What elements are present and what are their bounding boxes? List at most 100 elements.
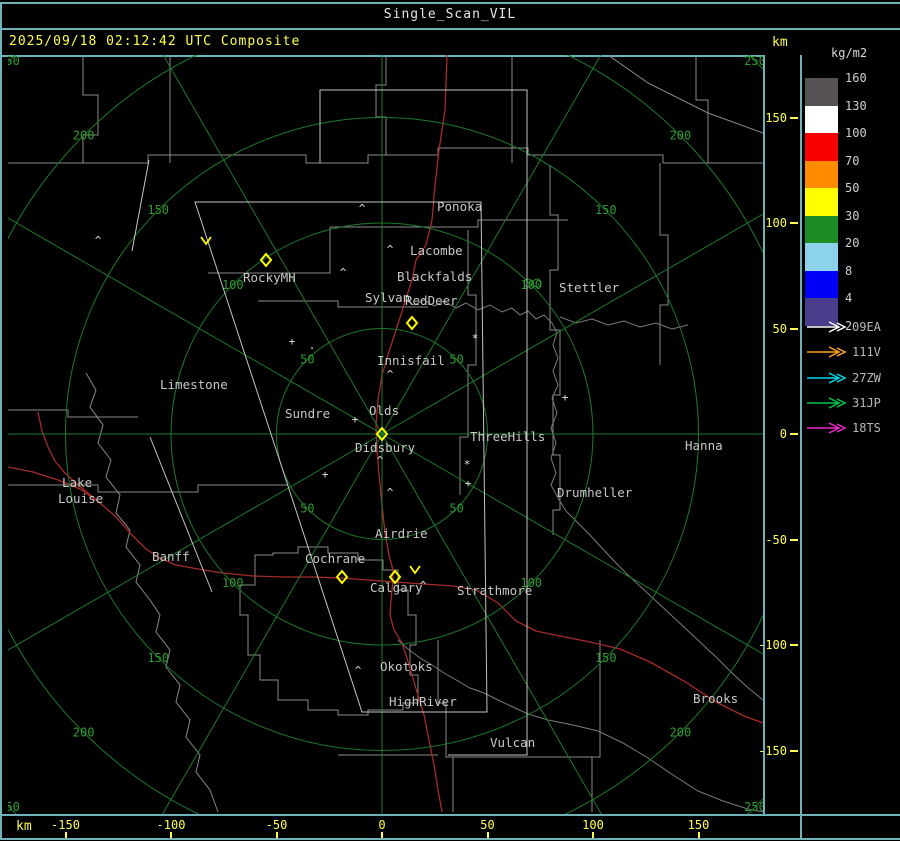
place-label-airdrie: Airdrie bbox=[375, 526, 428, 541]
scan-coverage-outline bbox=[149, 436, 213, 593]
place-label-hanna: Hanna bbox=[685, 438, 723, 453]
range-ring-label: 250 bbox=[744, 800, 763, 814]
colour-scale-swatch bbox=[805, 105, 838, 133]
azimuth-radial bbox=[162, 433, 383, 814]
colour-scale-value: 130 bbox=[845, 98, 867, 113]
point-marker: ^ bbox=[387, 486, 394, 499]
radar-map-canvas[interactable]: 50 50 50 50 100 100 100 100 150 150 150 150 200 200 20… bbox=[8, 55, 763, 814]
radar-id-label: 111V bbox=[852, 345, 881, 360]
point-marker: + bbox=[562, 391, 569, 404]
place-label-cochrane: Cochrane bbox=[305, 551, 365, 566]
colour-scale-swatch bbox=[805, 270, 838, 298]
colour-scale-value: 100 bbox=[845, 126, 867, 140]
colour-scale-value: 70 bbox=[845, 153, 860, 168]
right-axis-unit-label: km bbox=[772, 35, 788, 50]
bottom-axis-tick bbox=[592, 832, 594, 838]
county-boundary-line bbox=[85, 372, 219, 813]
colour-scale-swatch bbox=[805, 215, 838, 243]
county-boundary-line bbox=[659, 163, 669, 365]
range-ring-label: 50 bbox=[449, 502, 463, 516]
right-axis-tick bbox=[790, 433, 798, 435]
colour-scale-value: 160 bbox=[845, 71, 867, 85]
radar-map-svg: 50 5050 50100 100100 100150 150150 150200 20020… bbox=[8, 55, 763, 814]
point-marker: · bbox=[309, 342, 316, 355]
place-label-okotoks: Okotoks bbox=[380, 659, 433, 674]
place-label-vulcan: Vulcan bbox=[490, 735, 535, 750]
point-marker: ^ bbox=[387, 243, 394, 256]
site-arrow-marker bbox=[409, 565, 421, 575]
right-axis-tick-label: 100 bbox=[765, 216, 787, 230]
radar-site-marker bbox=[405, 315, 419, 331]
window-left-border bbox=[0, 2, 2, 838]
point-marker: * bbox=[464, 458, 471, 471]
radar-arrow-09EA bbox=[807, 321, 847, 333]
colour-scale-value: 50 bbox=[845, 181, 860, 195]
colour-scale-swatch bbox=[805, 188, 838, 216]
range-ring-label: 200 bbox=[73, 725, 95, 739]
bottom-axis-tick bbox=[381, 832, 383, 838]
county-boundary-line bbox=[437, 640, 454, 812]
place-label-drumheller: Drumheller bbox=[557, 485, 633, 500]
colour-scale-swatch bbox=[805, 78, 838, 106]
bottom-axis-tick bbox=[275, 832, 278, 838]
radar-id-label: 31JP bbox=[852, 395, 881, 410]
colour-scale-swatch bbox=[805, 160, 838, 188]
range-ring-label: 50 bbox=[300, 502, 314, 516]
window-title: Single_Scan_VIL bbox=[383, 7, 517, 22]
county-boundary-line bbox=[208, 227, 331, 274]
range-ring-label: 50 bbox=[449, 352, 463, 366]
radar-site-marker bbox=[335, 569, 349, 585]
range-ring-label: 150 bbox=[147, 651, 169, 665]
range-ring-label: 150 bbox=[595, 651, 617, 665]
point-marker: + bbox=[322, 468, 329, 481]
range-ring-label: 100 bbox=[222, 278, 244, 292]
place-label-lacombe: Lacombe bbox=[410, 243, 463, 258]
county-boundary-line bbox=[239, 546, 419, 716]
place-label-highriver: HighRiver bbox=[389, 694, 457, 709]
place-label-blackfalds: Blackfalds bbox=[397, 269, 472, 284]
radar-id-label: 27ZW bbox=[852, 370, 881, 385]
bottom-axis-tick-label: -100 bbox=[156, 818, 186, 832]
bottom-axis-tick-label: -150 bbox=[51, 818, 80, 832]
range-ring-label: 150 bbox=[595, 203, 617, 217]
range-ring-label: 100 bbox=[222, 576, 244, 590]
colour-scale-value: 30 bbox=[845, 208, 860, 223]
county-boundary-line bbox=[375, 55, 387, 155]
point-marker: + bbox=[289, 335, 296, 348]
site-arrow-marker bbox=[200, 236, 212, 246]
colour-scale-swatch bbox=[805, 133, 838, 161]
place-label-ponoka: Ponoka bbox=[437, 199, 482, 214]
place-label-stettler: Stettler bbox=[559, 280, 620, 295]
river-line bbox=[559, 316, 689, 330]
radar-arrow-111V bbox=[807, 346, 847, 358]
legend-panel: 160 130 100 70 50 30 20 8 4 2 09EA 111V 27ZW 31JP 18TS bbox=[800, 55, 900, 838]
range-ring-label: 250 bbox=[8, 800, 20, 814]
colour-scale-value: 8 bbox=[845, 263, 853, 278]
range-ring-label: 200 bbox=[670, 725, 692, 739]
place-label-strathmore: Strathmore bbox=[457, 583, 532, 598]
range-ring-label: 200 bbox=[670, 129, 692, 143]
right-distance-axis: 150 100 50 0 -50 -100 -150 bbox=[758, 55, 800, 814]
radar-arrow-27ZW bbox=[807, 371, 847, 384]
right-axis-tick-label: 50 bbox=[772, 321, 787, 336]
radar-arrow-18TS bbox=[807, 422, 847, 434]
bottom-axis-tick bbox=[64, 832, 67, 838]
titlebar-bottom-rule bbox=[0, 28, 900, 30]
scan-timestamp: 2025/09/18 02:12:42 UTC Composite bbox=[9, 34, 301, 49]
right-axis-tick bbox=[790, 116, 798, 119]
bottom-axis-tick-label: 0 bbox=[378, 818, 386, 832]
bottom-axis-tick bbox=[486, 832, 489, 838]
range-ring-label: 250 bbox=[8, 55, 20, 68]
radar-id-label: 18TS bbox=[852, 421, 881, 435]
bottom-axis-unit-label: km bbox=[16, 819, 32, 834]
point-marker: ^ bbox=[340, 266, 347, 279]
point-marker: ^ bbox=[95, 234, 102, 247]
right-axis-tick bbox=[790, 538, 798, 541]
county-boundary-line bbox=[695, 55, 709, 163]
range-ring-label: 200 bbox=[73, 129, 95, 143]
azimuth-radial bbox=[8, 217, 383, 435]
place-label-banff: Banff bbox=[152, 549, 190, 564]
point-marker: + bbox=[352, 413, 359, 426]
place-label-didsbury: Didsbury bbox=[355, 440, 416, 455]
range-ring-label: 150 bbox=[147, 203, 169, 217]
